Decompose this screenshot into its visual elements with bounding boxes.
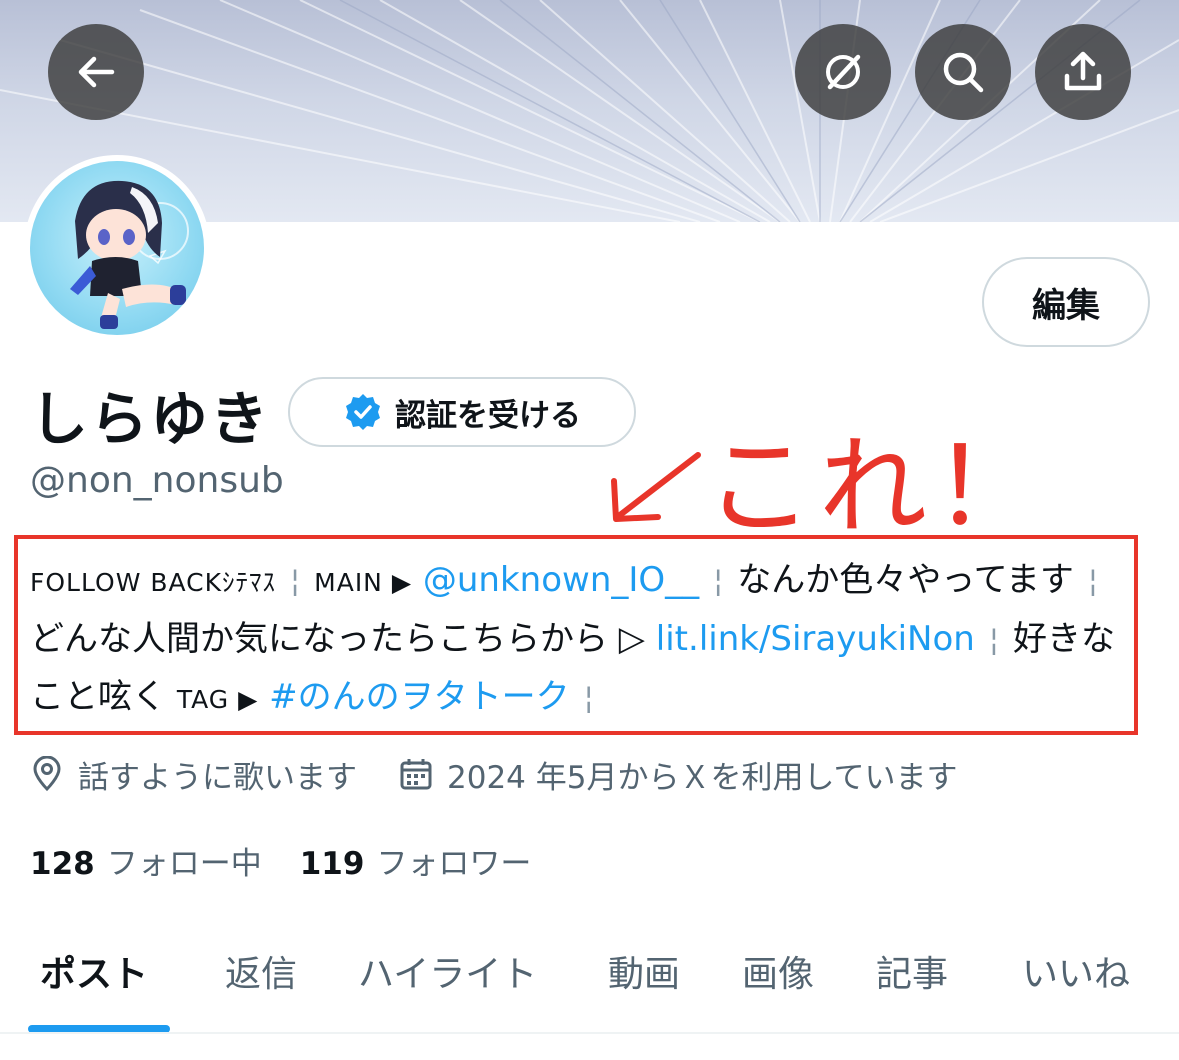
following-label: フォロー中 <box>106 846 262 882</box>
bio-separator: ¦ <box>583 681 594 716</box>
grok-icon <box>826 54 861 90</box>
annotation-arrow-icon <box>611 452 701 522</box>
profile-meta: 話すように歌います 2024 年5月からＸを利用しています <box>30 752 958 796</box>
back-button[interactable] <box>48 24 144 120</box>
bio-follow-back: FOLLOW BACKｼﾃﾏｽ <box>30 568 277 597</box>
annotation-text: これ！ <box>705 425 1048 550</box>
bio-main-label: MAIN ▶︎ <box>314 568 413 597</box>
tab-highlights[interactable]: ハイライト <box>358 945 537 997</box>
tab-articles[interactable]: 記事 <box>876 945 948 997</box>
edit-profile-button[interactable]: 編集 <box>982 257 1150 347</box>
display-name: しらゆき <box>30 385 271 453</box>
bio-separator: ¦ <box>290 564 301 599</box>
joined-date-text: 2024 年5月からＸを利用しています <box>447 759 958 796</box>
bio-separator: ¦ <box>1087 564 1098 599</box>
following-link[interactable]: 128 フォロー中 <box>30 838 262 883</box>
tab-images[interactable]: 画像 <box>742 945 814 997</box>
bio-text: なんか色々やってます <box>737 560 1074 600</box>
bio-url-link[interactable]: lit.link/SirayukiNon <box>656 619 975 659</box>
bio-text: どんな人間か気になったらこちらから ▷ <box>30 619 645 659</box>
tab-replies[interactable]: 返信 <box>225 945 297 997</box>
tab-videos[interactable]: 動画 <box>608 945 680 997</box>
following-count: 128 <box>30 846 95 882</box>
bio-tag-label: TAG ▶︎ <box>176 685 259 714</box>
get-verified-button[interactable]: 認証を受ける <box>288 377 636 447</box>
verified-badge-icon <box>346 394 380 430</box>
arrow-left-icon <box>78 56 115 88</box>
calendar-icon <box>400 759 432 790</box>
bio-mention-link[interactable]: @unknown_IO__ <box>423 560 699 600</box>
search-button[interactable] <box>915 24 1011 120</box>
tab-likes[interactable]: いいね <box>1022 945 1130 997</box>
bio-separator: ¦ <box>713 564 724 599</box>
share-button[interactable] <box>1035 24 1131 120</box>
get-verified-label: 認証を受ける <box>395 397 581 434</box>
share-icon <box>1064 51 1102 91</box>
followers-count: 119 <box>299 846 365 882</box>
avatar[interactable] <box>24 155 210 341</box>
search-icon <box>943 52 984 93</box>
user-handle: @non_nonsub <box>30 460 284 501</box>
followers-link[interactable]: 119 フォロワー <box>300 838 532 883</box>
profile-bio: FOLLOW BACKｼﾃﾏｽ ¦ MAIN ▶︎ @unknown_IO__ ¦ なん… <box>30 552 1130 728</box>
follow-stats: 128 フォロー中 119 フォロワー <box>30 838 531 883</box>
location-text: 話すように歌います <box>78 759 357 796</box>
followers-label: フォロワー <box>376 846 532 882</box>
avatar-image <box>30 161 204 335</box>
bio-separator: ¦ <box>988 623 999 658</box>
profile-tabs: ポスト 返信 ハイライト 動画 画像 記事 いいね <box>0 935 1179 1030</box>
tabs-divider <box>0 1032 1179 1034</box>
location-pin-icon <box>33 756 61 792</box>
bio-hashtag-link[interactable]: #のんのヲタトーク <box>269 677 570 717</box>
tab-posts[interactable]: ポスト <box>40 945 148 997</box>
grok-button[interactable] <box>795 24 891 120</box>
